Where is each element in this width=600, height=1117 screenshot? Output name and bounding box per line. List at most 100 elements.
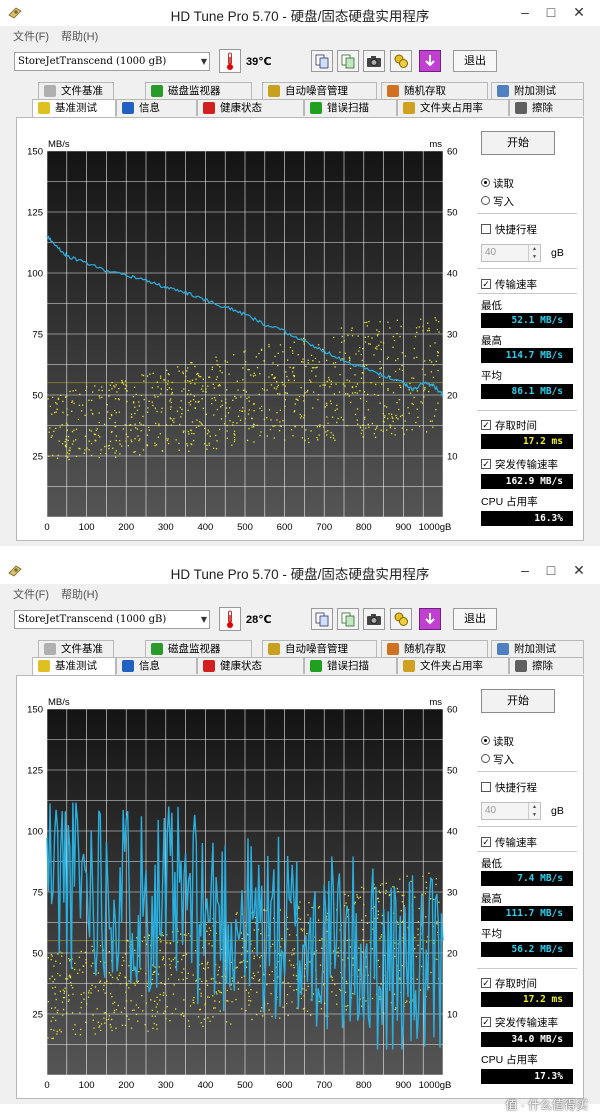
drive-select[interactable]: StoreJetTranscend (1000 gB) ▼: [14, 610, 210, 629]
tab-extra-tests[interactable]: 附加测试: [491, 82, 584, 99]
exit-button[interactable]: 退出: [453, 608, 497, 630]
tab-random-access[interactable]: 随机存取: [381, 640, 488, 657]
access-time-point: [307, 362, 309, 364]
access-time-point: [99, 980, 102, 982]
tab-disk-monitor[interactable]: 磁盘监视器: [145, 82, 252, 99]
tab-erase[interactable]: 擦除: [509, 99, 584, 116]
access-time-point: [71, 410, 73, 412]
tab-erase[interactable]: 擦除: [509, 657, 584, 674]
copy-screenshot-button[interactable]: [337, 50, 359, 72]
access-time-point: [180, 933, 182, 935]
maximize-button[interactable]: □: [538, 558, 564, 584]
access-time-point: [332, 434, 334, 436]
quick-stroke-checkbox[interactable]: [481, 782, 491, 792]
access-time-point: [207, 385, 209, 387]
copy-screenshot-button[interactable]: [337, 608, 359, 630]
quick-stroke-checkbox[interactable]: [481, 224, 491, 234]
access-time-point: [292, 367, 294, 369]
tab-health[interactable]: 健康状态: [197, 657, 304, 674]
access-time-point: [314, 357, 317, 360]
start-button[interactable]: 开始: [481, 689, 555, 713]
tab-benchmark[interactable]: 基准测试: [32, 99, 116, 118]
quick-stroke-input[interactable]: 40 ▲ ▼: [481, 244, 541, 262]
access-time-point: [428, 986, 430, 988]
write-radio[interactable]: [481, 754, 490, 763]
access-time-point: [160, 377, 162, 379]
access-time-point: [154, 1000, 156, 1002]
menu-help[interactable]: 帮助(H): [61, 586, 98, 602]
access-time-checkbox[interactable]: ✓: [481, 978, 491, 988]
access-time-point: [333, 393, 335, 395]
exit-button[interactable]: 退出: [453, 50, 497, 72]
transfer-rate-checkbox[interactable]: ✓: [481, 279, 491, 289]
access-time-point: [59, 990, 61, 993]
spin-arrows-icon[interactable]: ▲ ▼: [528, 245, 540, 261]
access-time-point: [155, 1024, 158, 1026]
copy-text-button[interactable]: [311, 608, 333, 630]
close-button[interactable]: ✕: [566, 558, 592, 584]
access-time-point: [234, 434, 236, 436]
tab-error-scan[interactable]: 错误扫描: [304, 99, 397, 116]
camera-icon[interactable]: [363, 608, 385, 630]
close-button[interactable]: ✕: [566, 0, 592, 26]
tab-random-access[interactable]: 随机存取: [381, 82, 488, 99]
read-radio[interactable]: [481, 736, 490, 745]
camera-icon[interactable]: [363, 50, 385, 72]
tab-file-benchmark[interactable]: 文件基准: [38, 82, 114, 99]
access-time-point: [69, 390, 71, 393]
access-time-point: [399, 977, 401, 979]
access-time-point: [71, 443, 74, 445]
write-radio[interactable]: [481, 196, 490, 205]
access-time-point: [153, 971, 155, 973]
spin-arrows-icon[interactable]: ▲ ▼: [528, 803, 540, 819]
access-time-point: [386, 429, 388, 431]
maximize-button[interactable]: □: [538, 0, 564, 26]
menu-file[interactable]: 文件(F): [13, 28, 49, 44]
minimize-button[interactable]: –: [512, 558, 538, 584]
read-radio-label: 读取: [493, 736, 514, 748]
tab-folder-usage[interactable]: 文件夹占用率: [397, 99, 509, 116]
burst-rate-checkbox[interactable]: ✓: [481, 1017, 491, 1027]
save-down-arrow-icon[interactable]: [419, 608, 441, 630]
menu-help[interactable]: 帮助(H): [61, 28, 98, 44]
tab-info[interactable]: 信息: [116, 99, 197, 116]
access-time-point: [200, 992, 202, 995]
access-time-point: [344, 893, 346, 895]
tab-folder-usage[interactable]: 文件夹占用率: [397, 657, 509, 674]
access-time-point: [416, 978, 418, 980]
access-time-checkbox[interactable]: ✓: [481, 420, 491, 430]
access-time-point: [163, 992, 165, 994]
access-time-point: [104, 992, 106, 994]
access-time-point: [368, 343, 370, 345]
tab-error-scan[interactable]: 错误扫描: [304, 657, 397, 674]
access-time-point: [85, 389, 87, 392]
tab-info[interactable]: 信息: [116, 657, 197, 674]
copy-text-button[interactable]: [311, 50, 333, 72]
options-icon[interactable]: [390, 608, 412, 630]
tab-health[interactable]: 健康状态: [197, 99, 304, 116]
tab-file-benchmark[interactable]: 文件基准: [38, 640, 114, 657]
access-time-point: [183, 968, 185, 970]
access-time-point: [357, 335, 359, 337]
access-time-point: [118, 388, 120, 390]
tab-disk-monitor[interactable]: 磁盘监视器: [145, 640, 252, 657]
quick-stroke-input[interactable]: 40 ▲ ▼: [481, 802, 541, 820]
tab-extra-tests[interactable]: 附加测试: [491, 640, 584, 657]
drive-select[interactable]: StoreJetTranscend (1000 gB) ▼: [14, 52, 210, 71]
transfer-rate-checkbox[interactable]: ✓: [481, 837, 491, 847]
start-button[interactable]: 开始: [481, 131, 555, 155]
menu-file[interactable]: 文件(F): [13, 586, 49, 602]
minimize-button[interactable]: –: [512, 0, 538, 26]
access-time-point: [324, 406, 327, 408]
access-time-point: [332, 362, 335, 364]
access-time-point: [342, 383, 344, 385]
tab-noise-management[interactable]: 自动噪音管理: [262, 82, 377, 99]
tab-noise-management[interactable]: 自动噪音管理: [262, 640, 377, 657]
access-time-point: [132, 396, 135, 398]
read-radio[interactable]: [481, 178, 490, 187]
access-time-point: [125, 433, 127, 436]
save-down-arrow-icon[interactable]: [419, 50, 441, 72]
burst-rate-checkbox[interactable]: ✓: [481, 459, 491, 469]
tab-benchmark[interactable]: 基准测试: [32, 657, 116, 676]
options-icon[interactable]: [390, 50, 412, 72]
